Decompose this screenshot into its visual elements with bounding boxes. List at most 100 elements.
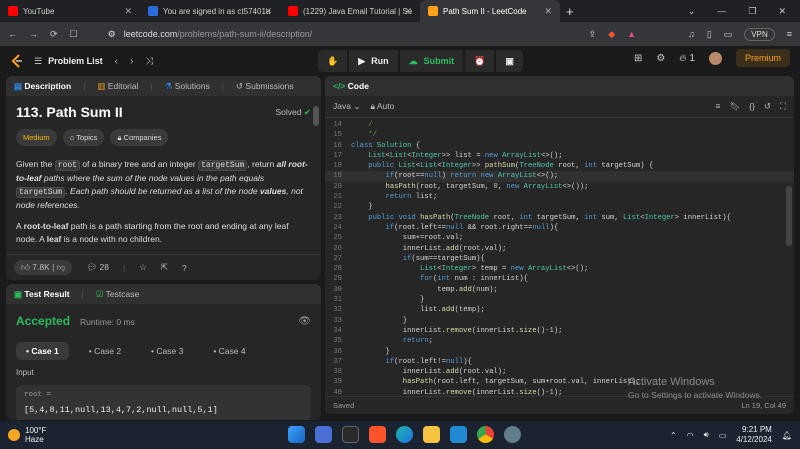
settings-gear-icon[interactable]: ⚙ xyxy=(656,53,665,64)
browser-tab-signin[interactable]: You are signed in as ct57401u ✕ xyxy=(140,0,280,22)
code-line[interactable]: 25 sum+=root.val; xyxy=(325,233,794,243)
code-line[interactable]: 21 return list; xyxy=(325,192,794,202)
chevron-down-icon[interactable]: ⌄ xyxy=(688,6,696,17)
description-scrollbar[interactable] xyxy=(313,106,319,126)
tab-test-result[interactable]: ▣ Test Result xyxy=(14,289,70,300)
problem-list-icon[interactable]: ☰ xyxy=(34,56,42,67)
forward-icon[interactable]: → xyxy=(29,29,38,39)
code-line[interactable]: 35 return; xyxy=(325,336,794,346)
layout-icon[interactable]: ⊞ xyxy=(634,53,642,64)
problem-list-link[interactable]: Problem List xyxy=(48,56,103,66)
star-icon[interactable]: ☆ xyxy=(139,262,147,273)
code-line[interactable]: 22 } xyxy=(325,202,794,212)
code-line[interactable]: 37 if(root.left!=null){ xyxy=(325,357,794,367)
braces-icon[interactable]: {} xyxy=(749,101,755,112)
bookmark-icon[interactable]: 🔖︎ xyxy=(729,101,740,112)
chrome-icon[interactable] xyxy=(477,426,494,443)
reload-icon[interactable]: ⟳ xyxy=(50,29,58,40)
maximize-icon[interactable]: ❐ xyxy=(748,6,756,17)
code-line[interactable]: 28 List<Integer> temp = new ArrayList<>(… xyxy=(325,264,794,274)
url-field[interactable]: ⚙ leetcode.com/problems/path-sum-ii/desc… xyxy=(108,25,577,43)
browser-tab-java-email[interactable]: (1229) Java Email Tutorial | Sending ...… xyxy=(280,0,420,22)
case-tab[interactable]: • Case 2 xyxy=(79,342,131,360)
back-icon[interactable]: ← xyxy=(8,29,17,39)
vpn-button[interactable]: VPN xyxy=(744,27,775,41)
code-line[interactable]: 31 } xyxy=(325,295,794,305)
language-select[interactable]: Java ⌄ xyxy=(333,101,360,112)
tab-solutions[interactable]: ⚗ Solutions xyxy=(165,81,210,92)
volume-icon[interactable]: 🔊︎ xyxy=(704,430,709,440)
browser-tab-youtube[interactable]: YouTube ✕ xyxy=(0,0,140,22)
difficulty-badge[interactable]: Medium xyxy=(16,129,57,146)
chevron-up-icon[interactable]: ⌃ xyxy=(670,431,677,440)
clock[interactable]: 9:21 PM 4/12/2024 xyxy=(736,425,772,445)
code-line[interactable]: 29 for(int num : innerList){ xyxy=(325,274,794,284)
avatar[interactable] xyxy=(708,51,722,65)
shuffle-icon[interactable]: ⤨ xyxy=(145,56,153,67)
close-icon[interactable]: ✕ xyxy=(404,6,412,17)
weather-widget[interactable]: 100°F Haze xyxy=(8,426,46,444)
close-icon[interactable]: ✕ xyxy=(264,6,272,17)
menu-icon[interactable]: ≡ xyxy=(787,29,792,39)
tab-editorial[interactable]: ▥ Editorial xyxy=(97,81,138,92)
code-line[interactable]: 20 hasPath(root, targetSum, 0, new Array… xyxy=(325,182,794,192)
code-line[interactable]: 17 List<List<Integer>> list = new ArrayL… xyxy=(325,151,794,161)
next-problem-icon[interactable]: › xyxy=(130,56,133,67)
tab-testcase[interactable]: ☑ Testcase xyxy=(96,289,139,300)
close-icon[interactable]: ✕ xyxy=(124,6,132,17)
case-tab[interactable]: • Case 4 xyxy=(203,342,255,360)
code-line[interactable]: 18 public List<List<Integer>> pathSum(Tr… xyxy=(325,161,794,171)
timer-button[interactable]: ⏰ xyxy=(465,50,495,72)
companies-chip[interactable]: 🔒︎ Companies xyxy=(110,129,169,146)
code-line[interactable]: 23 public void hasPath(TreeNode root, in… xyxy=(325,213,794,223)
close-window-icon[interactable]: ✕ xyxy=(778,6,786,17)
code-line[interactable]: 26 innerList.add(root.val); xyxy=(325,244,794,254)
share-icon[interactable]: ⇱ xyxy=(161,262,168,273)
reset-icon[interactable]: ↺ xyxy=(764,101,771,112)
case-tab[interactable]: • Case 3 xyxy=(141,342,193,360)
share-icon[interactable]: ⇪ xyxy=(589,29,597,40)
wallet-icon[interactable]: ▭ xyxy=(724,29,733,40)
code-line[interactable]: 27 if(sum==targetSum){ xyxy=(325,254,794,264)
media-icon[interactable]: ♫ xyxy=(688,29,695,39)
leetcode-logo-icon[interactable] xyxy=(10,54,24,68)
notification-icon[interactable]: 🔔︎ xyxy=(782,431,792,440)
browser-tab-leetcode[interactable]: Path Sum II - LeetCode ✕ xyxy=(420,0,560,22)
code-line[interactable]: 14 / xyxy=(325,120,794,130)
case-tab[interactable]: • Case 1 xyxy=(16,342,69,360)
eye-icon[interactable]: 👁︎ xyxy=(298,316,311,327)
notes-button[interactable]: ▣ xyxy=(496,50,523,72)
format-icon[interactable]: ≡ xyxy=(715,101,720,112)
comments-button[interactable]: 💬︎ 28 xyxy=(86,262,109,273)
settings-gear-icon[interactable] xyxy=(504,426,521,443)
auto-mode[interactable]: 🔒︎ Auto xyxy=(370,101,394,112)
code-line[interactable]: 34 innerList.remove(innerList.size()-1); xyxy=(325,326,794,336)
code-line[interactable]: 32 list.add(temp); xyxy=(325,305,794,315)
battery-icon[interactable]: ▭ xyxy=(719,431,727,440)
code-line[interactable]: 16 class Solution { xyxy=(325,141,794,151)
code-line[interactable]: 33 } xyxy=(325,316,794,326)
submit-button[interactable]: ☁ Submit xyxy=(399,50,464,72)
brave-shield-icon[interactable]: ◆ xyxy=(608,29,615,40)
wifi-icon[interactable]: ◠ xyxy=(687,431,694,440)
file-explorer-icon[interactable] xyxy=(423,426,440,443)
code-line[interactable]: 19 if(root==null) return new ArrayList<>… xyxy=(325,171,794,182)
tab-submissions[interactable]: ↺ Submissions xyxy=(236,81,294,92)
code-line[interactable]: 15 */ xyxy=(325,130,794,140)
streak-counter[interactable]: 🔥︎ 1 xyxy=(679,53,695,64)
prev-problem-icon[interactable]: ‹ xyxy=(115,56,118,67)
run-button[interactable]: ▶ Run xyxy=(349,50,398,72)
topics-chip[interactable]: ⌂ Topics xyxy=(62,129,105,146)
code-line[interactable]: 24 if(root.left==null && root.right==nul… xyxy=(325,223,794,233)
code-scrollbar[interactable] xyxy=(786,186,792,246)
brave-browser-icon[interactable] xyxy=(369,426,386,443)
bookmark-icon[interactable]: ☐ xyxy=(70,29,78,40)
windows-start-icon[interactable] xyxy=(288,426,305,443)
tab-description[interactable]: ▤ Description xyxy=(14,81,71,92)
debug-button[interactable]: ✋ xyxy=(318,50,348,72)
vscode-icon[interactable] xyxy=(450,426,467,443)
minimize-icon[interactable]: — xyxy=(717,6,726,17)
code-line[interactable]: 36 } xyxy=(325,347,794,357)
file-icon[interactable] xyxy=(342,426,359,443)
sidebar-icon[interactable]: ▯ xyxy=(707,29,712,40)
